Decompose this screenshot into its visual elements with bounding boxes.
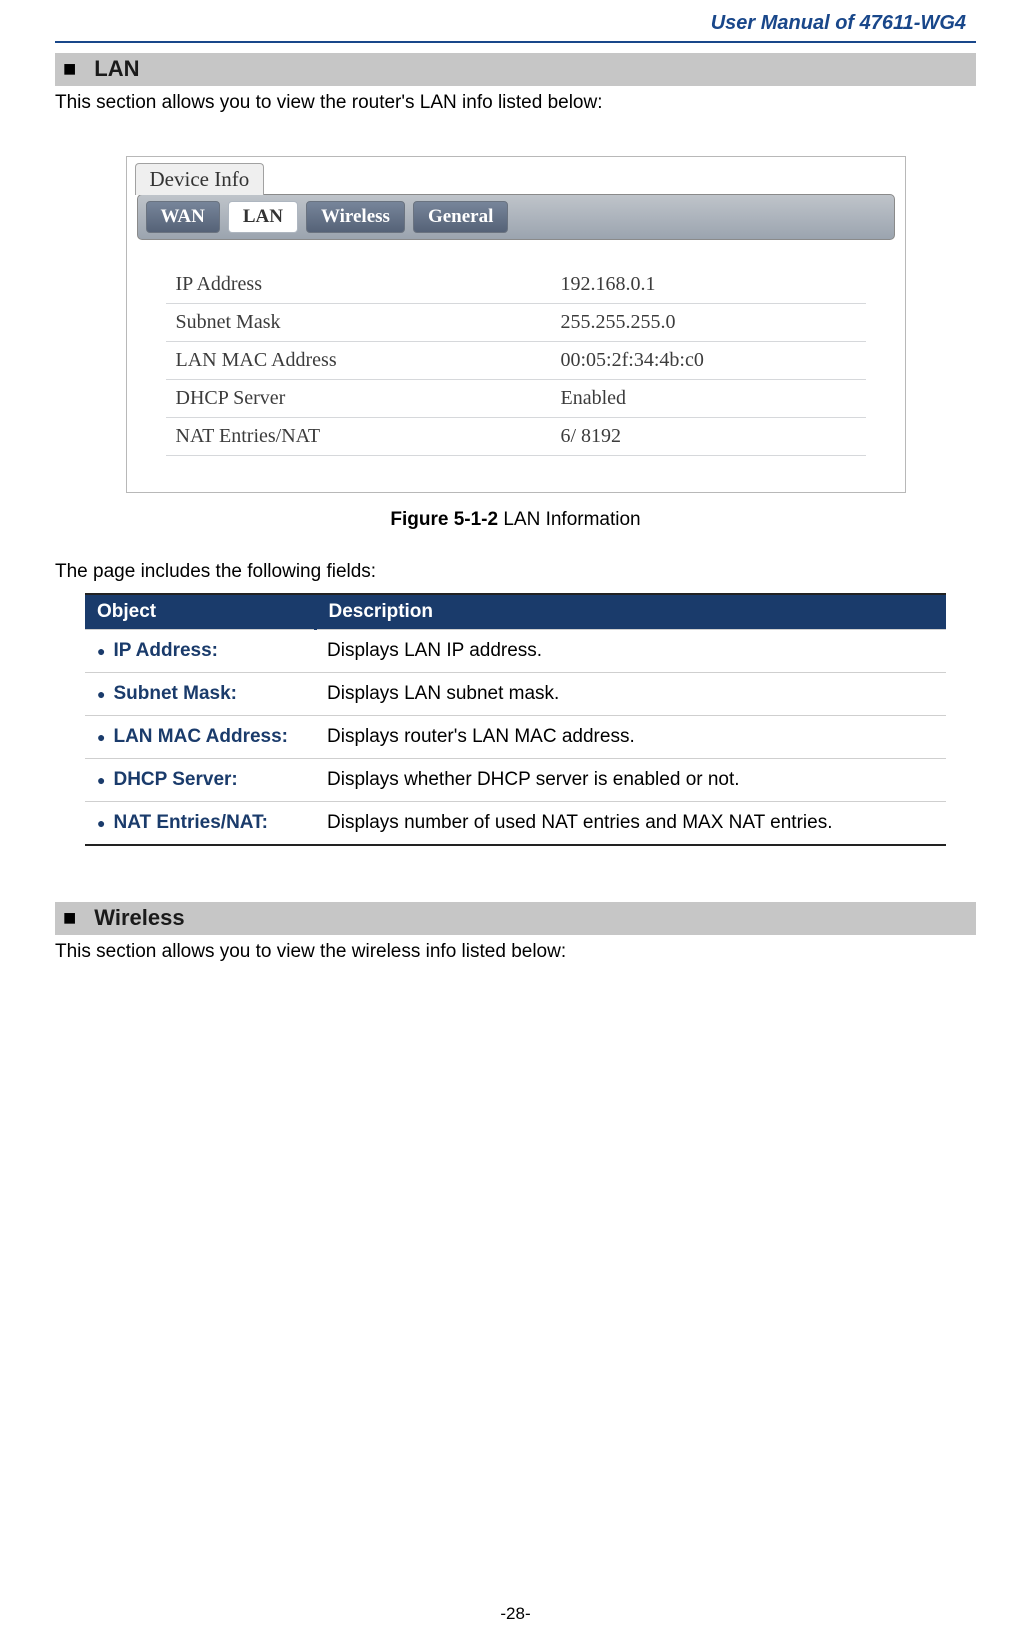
info-label: NAT Entries/NAT [166, 418, 551, 456]
section-title: LAN [94, 56, 139, 82]
info-row: NAT Entries/NAT 6/ 8192 [166, 418, 866, 456]
figure-number: Figure 5-1-2 [390, 509, 498, 530]
square-bullet-icon: ■ [63, 907, 76, 929]
table-row: ● LAN MAC Address: Displays router's LAN … [85, 716, 946, 759]
description-cell: Displays LAN IP address. [315, 630, 946, 673]
object-label: LAN MAC Address: [113, 726, 288, 747]
lan-info-grid: IP Address 192.168.0.1 Subnet Mask 255.2… [166, 266, 866, 456]
table-header-row: Object Description [85, 595, 946, 630]
info-row: Subnet Mask 255.255.255.0 [166, 304, 866, 342]
description-table: Object Description ● IP Address: Displays… [85, 595, 946, 844]
device-info-tab-label: Device Info [135, 163, 265, 195]
info-value: 255.255.255.0 [551, 304, 866, 342]
fields-intro-text: The page includes the following fields: [55, 561, 976, 583]
object-label: Subnet Mask: [113, 683, 237, 704]
info-label: IP Address [166, 266, 551, 304]
table-row: ● DHCP Server: Displays whether DHCP serv… [85, 759, 946, 802]
table-row: ● Subnet Mask: Displays LAN subnet mask. [85, 673, 946, 716]
description-cell: Displays whether DHCP server is enabled … [315, 759, 946, 802]
doc-header-title: User Manual of 47611-WG4 [55, 12, 966, 35]
table-row: ● NAT Entries/NAT: Displays number of use… [85, 802, 946, 845]
object-label: NAT Entries/NAT: [113, 812, 267, 833]
tab-wireless[interactable]: Wireless [306, 201, 405, 233]
object-cell: ● LAN MAC Address: [85, 716, 315, 759]
info-value: 192.168.0.1 [551, 266, 866, 304]
bullet-icon: ● [97, 815, 105, 831]
header-rule [55, 41, 976, 43]
section-header-wireless: ■ Wireless [55, 902, 976, 935]
page-number: -28- [0, 1604, 1031, 1624]
figure-caption: Figure 5-1-2 LAN Information [55, 509, 976, 531]
object-cell: ● Subnet Mask: [85, 673, 315, 716]
description-table-wrapper: Object Description ● IP Address: Displays… [85, 593, 946, 846]
info-value: 00:05:2f:34:4b:c0 [551, 342, 866, 380]
description-cell: Displays number of used NAT entries and … [315, 802, 946, 845]
header-description: Description [315, 595, 946, 630]
info-value: Enabled [551, 380, 866, 418]
tab-wan[interactable]: WAN [146, 201, 220, 233]
description-cell: Displays router's LAN MAC address. [315, 716, 946, 759]
info-label: LAN MAC Address [166, 342, 551, 380]
info-row: LAN MAC Address 00:05:2f:34:4b:c0 [166, 342, 866, 380]
object-cell: ● NAT Entries/NAT: [85, 802, 315, 845]
figure-text: LAN Information [498, 509, 641, 530]
bullet-icon: ● [97, 729, 105, 745]
bullet-icon: ● [97, 643, 105, 659]
wireless-intro-text: This section allows you to view the wire… [55, 941, 976, 963]
square-bullet-icon: ■ [63, 58, 76, 80]
info-label: Subnet Mask [166, 304, 551, 342]
info-row: IP Address 192.168.0.1 [166, 266, 866, 304]
tab-general[interactable]: General [413, 201, 508, 233]
object-cell: ● IP Address: [85, 630, 315, 673]
info-row: DHCP Server Enabled [166, 380, 866, 418]
section-header-lan: ■ LAN [55, 53, 976, 86]
bullet-icon: ● [97, 772, 105, 788]
info-value: 6/ 8192 [551, 418, 866, 456]
info-label: DHCP Server [166, 380, 551, 418]
header-object: Object [85, 595, 315, 630]
object-label: DHCP Server: [113, 769, 237, 790]
section-title: Wireless [94, 905, 184, 931]
description-cell: Displays LAN subnet mask. [315, 673, 946, 716]
tab-lan[interactable]: LAN [228, 201, 298, 233]
object-cell: ● DHCP Server: [85, 759, 315, 802]
device-info-panel: Device Info WAN LAN Wireless General IP … [126, 156, 906, 493]
lan-intro-text: This section allows you to view the rout… [55, 92, 976, 114]
device-info-tab-strip: WAN LAN Wireless General [137, 194, 895, 240]
table-row: ● IP Address: Displays LAN IP address. [85, 630, 946, 673]
bullet-icon: ● [97, 686, 105, 702]
object-label: IP Address: [113, 640, 218, 661]
